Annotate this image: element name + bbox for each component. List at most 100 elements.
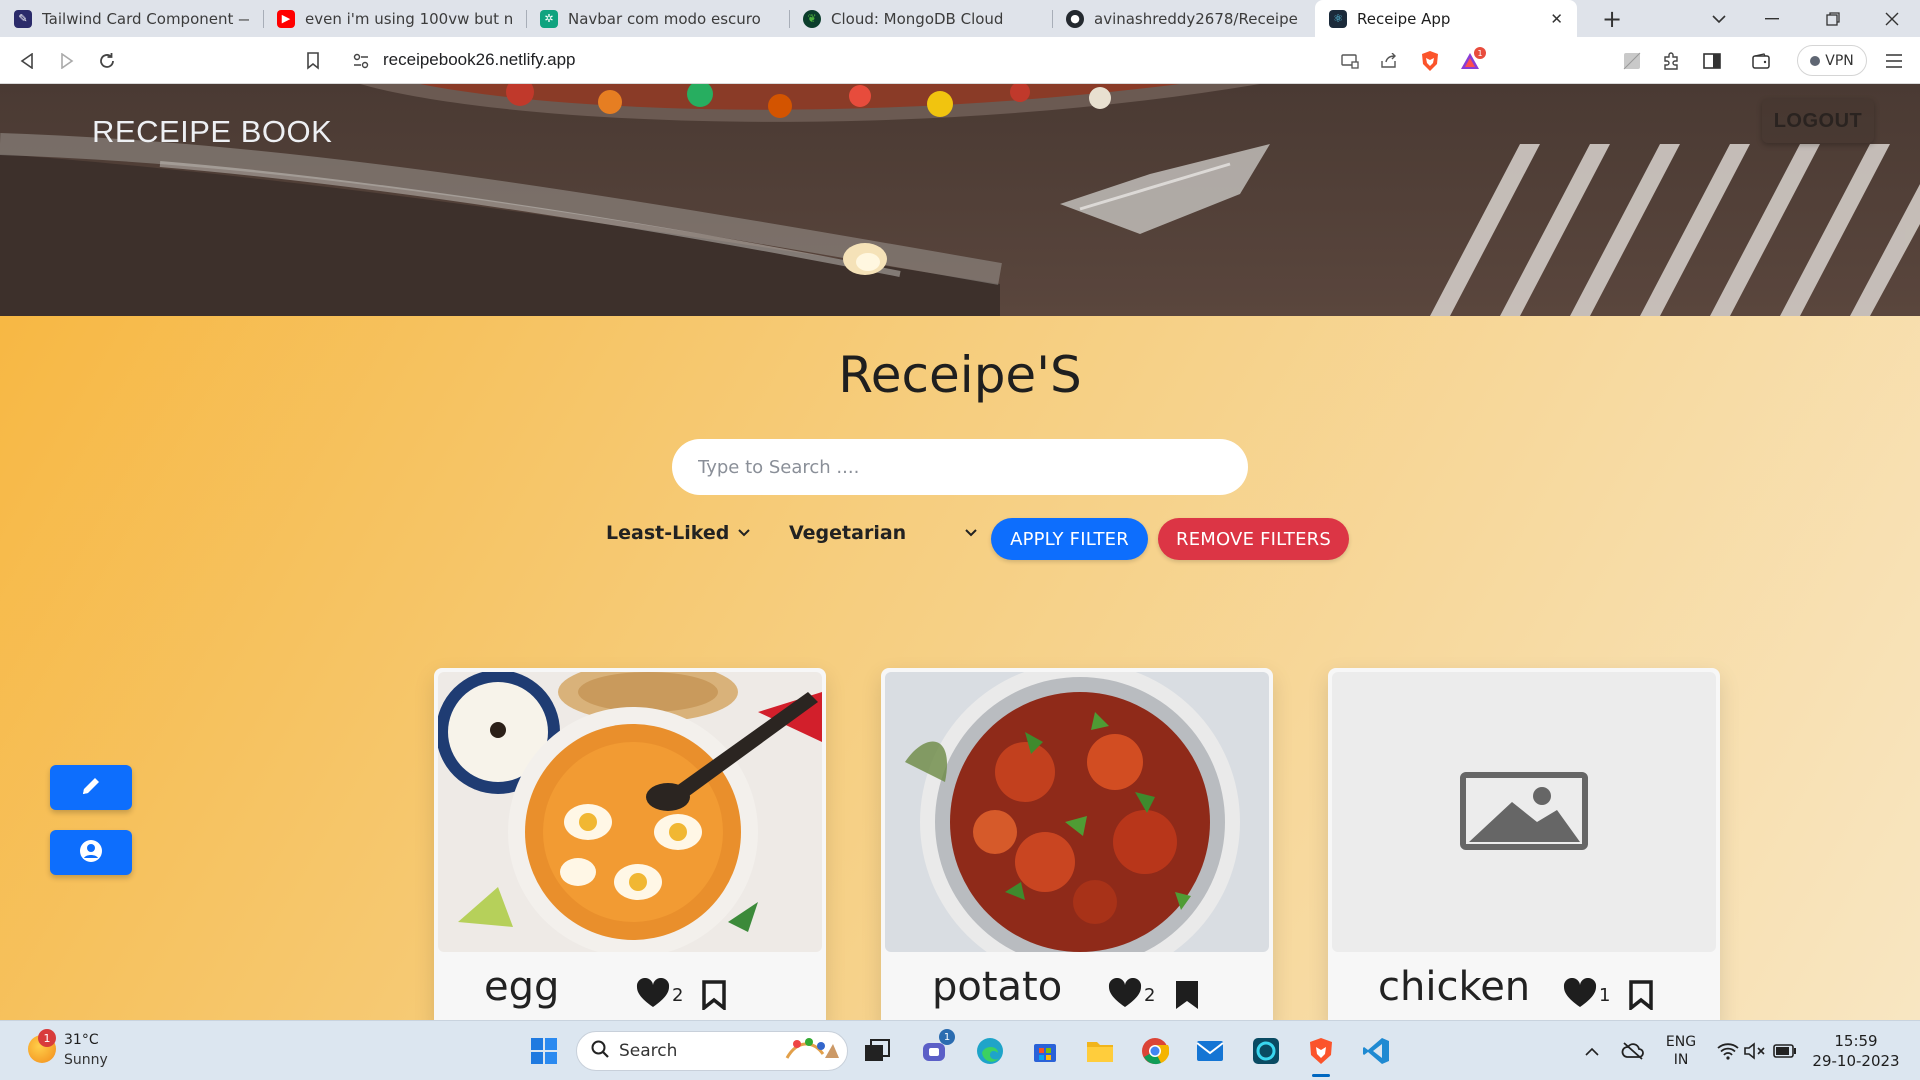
potato-curry-photo — [885, 672, 1269, 952]
language-indicator[interactable]: ENG IN — [1664, 1033, 1698, 1069]
taskbar-search[interactable]: Search — [576, 1031, 848, 1071]
windows-start-icon[interactable] — [526, 1033, 562, 1069]
task-view-icon[interactable] — [859, 1033, 895, 1069]
recipe-card[interactable]: egg 2 — [434, 668, 826, 1020]
extensions-puzzle-icon[interactable] — [1656, 46, 1686, 76]
sort-select[interactable]: Least-Liked — [606, 510, 750, 556]
clock-time: 15:59 — [1834, 1032, 1878, 1050]
battery-icon[interactable] — [1767, 1033, 1803, 1069]
browser-tab[interactable]: ✲ Navbar com modo escuro — [526, 0, 789, 37]
recipe-name: chicken — [1378, 964, 1531, 1010]
like-count: 2 — [1144, 985, 1156, 1006]
apply-filter-button[interactable]: APPLY FILTER — [991, 518, 1148, 560]
menu-icon[interactable] — [1879, 46, 1909, 76]
tray-overflow-chevron-icon[interactable] — [1574, 1033, 1610, 1069]
bookmark-icon[interactable] — [298, 46, 328, 76]
clock-date: 29-10-2023 — [1812, 1052, 1900, 1070]
bookmark-icon[interactable] — [701, 980, 727, 1014]
brave-rewards-icon[interactable]: 1 — [1455, 46, 1486, 76]
browser-tab-strip: ✎ Tailwind Card Component — Tail ▶ even … — [0, 0, 1920, 37]
mail-icon[interactable] — [1192, 1033, 1228, 1069]
wallet-extension-icon[interactable] — [1617, 46, 1647, 76]
recipe-name: potato — [932, 964, 1063, 1010]
clock[interactable]: 15:59 29-10-2023 — [1806, 1031, 1906, 1071]
minimize-icon[interactable] — [1756, 4, 1788, 34]
address-bar[interactable]: receipebook26.netlify.app 1 — [340, 43, 1505, 78]
sort-select-value: Least-Liked — [606, 522, 730, 544]
tab-title: Tailwind Card Component — Tail — [42, 9, 249, 28]
rewards-badge: 1 — [1474, 47, 1486, 59]
microsoft-store-icon[interactable] — [1027, 1033, 1063, 1069]
like-count: 2 — [672, 985, 684, 1006]
browser-tab[interactable]: ✎ Tailwind Card Component — Tail — [0, 0, 263, 37]
reload-icon[interactable] — [92, 46, 122, 76]
like-button[interactable]: 2 — [1108, 977, 1156, 1013]
profile-button[interactable] — [50, 830, 132, 875]
browser-tab[interactable]: ● avinashreddy2678/Receipe — [1052, 0, 1315, 37]
weather-condition[interactable]: Sunny — [64, 1052, 108, 1068]
teams-badge: 1 — [939, 1029, 955, 1045]
lang-bottom: IN — [1673, 1052, 1689, 1068]
browser-tab[interactable]: ❦ Cloud: MongoDB Cloud — [789, 0, 1052, 37]
like-button[interactable]: 1 — [1563, 977, 1611, 1013]
forward-icon[interactable] — [52, 46, 82, 76]
placeholder-image — [1332, 672, 1716, 952]
category-select[interactable]: Vegetarian — [789, 510, 977, 556]
cortana-circle-icon[interactable] — [1248, 1033, 1284, 1069]
vpn-button[interactable]: VPN — [1797, 45, 1867, 76]
cast-icon[interactable] — [1335, 46, 1365, 76]
search-icon — [591, 1040, 609, 1063]
recipe-card[interactable]: potato 2 — [881, 668, 1273, 1020]
cloud-offline-icon[interactable] — [1615, 1033, 1651, 1069]
tab-title: Receipe App — [1357, 9, 1451, 28]
browser-tab-active[interactable]: ⚛ Receipe App ✕ — [1315, 0, 1577, 37]
restore-icon[interactable] — [1817, 4, 1849, 34]
heart-icon — [636, 977, 670, 1013]
page-viewport: RECEIPE BOOK LOGOUT Receipe'S Least-Like… — [0, 84, 1920, 1020]
bookmark-filled-icon[interactable] — [1174, 980, 1200, 1014]
site-brand[interactable]: RECEIPE BOOK — [92, 114, 332, 150]
new-tab-button[interactable]: + — [1596, 4, 1628, 34]
user-circle-icon — [79, 839, 103, 867]
share-icon[interactable] — [1374, 46, 1404, 76]
egg-curry-photo — [438, 672, 822, 952]
weather-temperature[interactable]: 31°C — [64, 1032, 99, 1048]
url-text: receipebook26.netlify.app — [383, 50, 576, 69]
chevron-down-icon — [965, 525, 977, 541]
bookmark-icon[interactable] — [1628, 980, 1654, 1014]
brave-shields-icon[interactable] — [1415, 46, 1445, 76]
close-icon[interactable]: ✕ — [1550, 10, 1563, 28]
window-close-icon[interactable] — [1876, 4, 1908, 34]
like-count: 1 — [1599, 985, 1611, 1006]
site-settings-icon[interactable] — [346, 46, 376, 76]
remove-filters-button[interactable]: REMOVE FILTERS — [1158, 518, 1349, 560]
logout-button[interactable]: LOGOUT — [1762, 99, 1874, 143]
image-placeholder-icon — [1460, 772, 1588, 850]
recipe-name: egg — [484, 964, 560, 1010]
brave-browser-icon[interactable] — [1303, 1033, 1339, 1077]
edge-browser-icon[interactable] — [972, 1033, 1008, 1069]
chrome-icon[interactable] — [1137, 1033, 1173, 1069]
weather-badge: 1 — [38, 1029, 56, 1047]
recipe-card[interactable]: chicken 1 — [1328, 668, 1720, 1020]
category-select-value: Vegetarian — [789, 522, 907, 544]
search-input[interactable] — [672, 439, 1248, 495]
wallet-icon[interactable] — [1746, 46, 1776, 76]
create-recipe-button[interactable] — [50, 765, 132, 810]
vscode-icon[interactable] — [1358, 1033, 1394, 1069]
sidebar-icon[interactable] — [1697, 46, 1727, 76]
mongodb-leaf-icon: ❦ — [803, 9, 821, 28]
search-highlight-icon — [783, 1036, 841, 1067]
like-button[interactable]: 2 — [636, 977, 684, 1013]
github-icon: ● — [1066, 9, 1084, 28]
pencil-logo-icon: ✎ — [14, 9, 32, 28]
teams-chat-icon[interactable]: 1 — [917, 1029, 955, 1069]
tab-title: avinashreddy2678/Receipe — [1094, 9, 1298, 28]
openai-icon: ✲ — [540, 9, 558, 28]
tab-search-chevron-icon[interactable] — [1703, 4, 1735, 34]
youtube-icon: ▶ — [277, 9, 295, 28]
file-explorer-icon[interactable] — [1082, 1033, 1118, 1069]
browser-tab[interactable]: ▶ even i'm using 100vw but no disp — [263, 0, 526, 37]
heart-icon — [1108, 977, 1142, 1013]
back-icon[interactable] — [12, 46, 42, 76]
